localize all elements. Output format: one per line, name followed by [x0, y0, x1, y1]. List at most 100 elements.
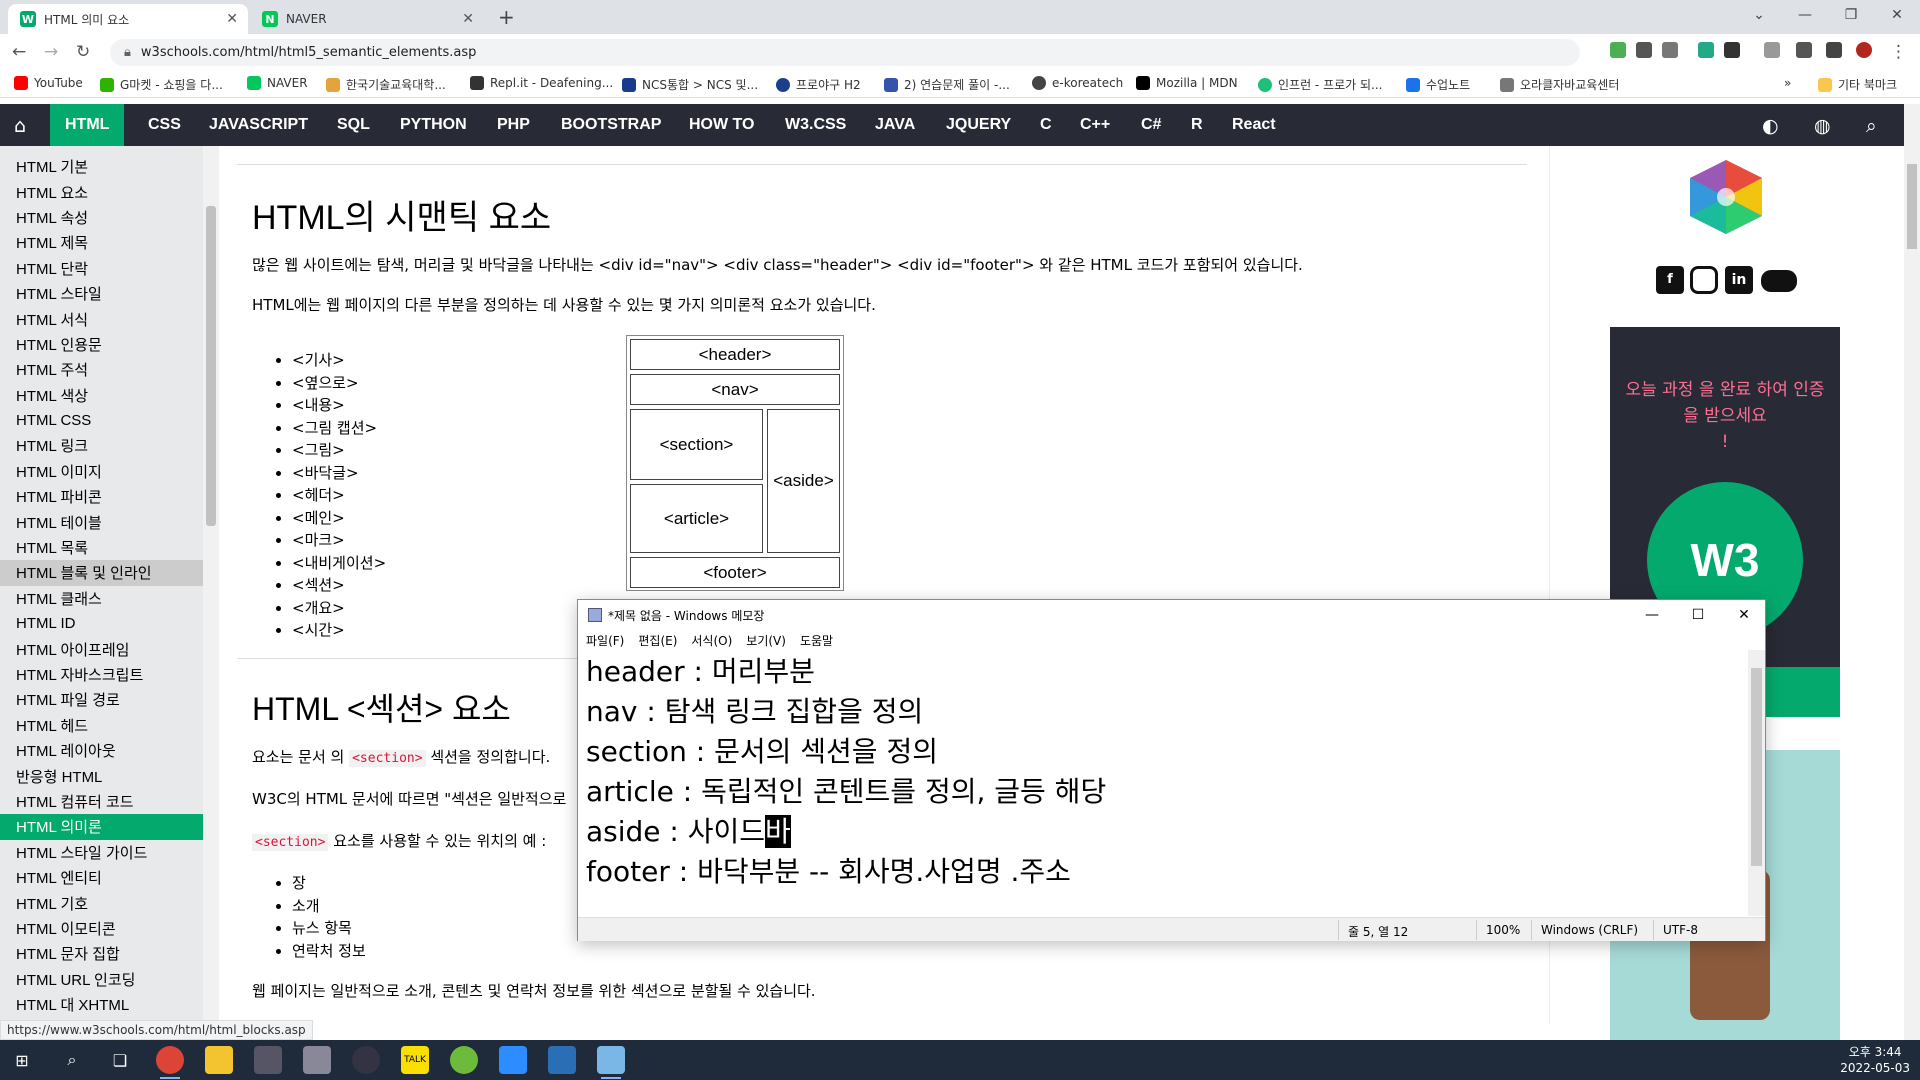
extension-icon[interactable]	[1610, 42, 1626, 58]
bookmark-oracle[interactable]: 오라클자바교육센터	[1500, 76, 1619, 93]
bookmark-koreatech[interactable]: 한국기술교육대학...	[326, 76, 446, 93]
tab-w3schools[interactable]: W HTML 의미 요소 ✕	[8, 4, 248, 34]
app-icon[interactable]	[303, 1046, 331, 1074]
sidebar-item[interactable]: HTML 자바스크립트	[0, 662, 203, 687]
sidebar-item[interactable]: HTML 대 XHTML	[0, 992, 203, 1017]
sidebar-item[interactable]: HTML 인용문	[0, 332, 203, 357]
menu-help[interactable]: 도움말	[800, 632, 833, 649]
bookmark-naver[interactable]: NAVER	[247, 76, 308, 90]
zoom-icon[interactable]	[499, 1046, 527, 1074]
discord-icon[interactable]	[1761, 270, 1797, 292]
sidebar-item[interactable]: HTML 파비콘	[0, 484, 203, 509]
bookmark-mdn[interactable]: Mozilla | MDN	[1136, 76, 1238, 90]
url-field[interactable]: 🔒︎ w3schools.com/html/html5_semantic_ele…	[110, 39, 1580, 66]
sidebar-item[interactable]: HTML 클래스	[0, 586, 203, 611]
new-tab-button[interactable]: +	[498, 5, 515, 29]
topnav-cpp[interactable]: C++	[1080, 104, 1110, 146]
sidebar-item[interactable]: HTML 이미지	[0, 459, 203, 484]
notepad-maximize-button[interactable]: ☐	[1675, 600, 1721, 630]
file-explorer-icon[interactable]	[205, 1046, 233, 1074]
restore-button[interactable]: ❐	[1828, 0, 1874, 30]
home-icon[interactable]: ⌂	[14, 115, 26, 137]
scrollbar-thumb[interactable]	[1751, 668, 1762, 866]
tab-search-icon[interactable]: ⌄	[1736, 0, 1782, 30]
topnav-css[interactable]: CSS	[148, 104, 181, 146]
extension-icon[interactable]	[1662, 42, 1678, 58]
task-view-icon[interactable]: ❏	[106, 1046, 134, 1074]
topnav-csharp[interactable]: C#	[1141, 104, 1161, 146]
chrome-icon[interactable]	[156, 1046, 184, 1079]
puzzle-icon[interactable]	[1796, 42, 1812, 58]
close-tab-icon[interactable]: ✕	[226, 11, 238, 27]
start-icon[interactable]: ⊞	[8, 1046, 36, 1074]
notepad-text-area[interactable]: header : 머리부분 nav : 탐색 링크 집합을 정의 section…	[586, 652, 1736, 912]
sidebar-item[interactable]: HTML 문자 집합	[0, 941, 203, 966]
bookmark-ekoreatech[interactable]: e-koreatech	[1032, 76, 1123, 90]
scrollbar-thumb[interactable]	[206, 206, 216, 526]
topnav-c[interactable]: C	[1040, 104, 1052, 146]
topnav-java[interactable]: JAVA	[875, 104, 915, 146]
close-window-button[interactable]: ✕	[1874, 0, 1920, 30]
linkedin-icon[interactable]: in	[1725, 266, 1753, 294]
sidebar-item[interactable]: HTML 스타일 가이드	[0, 840, 203, 865]
globe-icon[interactable]: ◍	[1814, 115, 1831, 137]
sidebar-item[interactable]: HTML 스타일	[0, 281, 203, 306]
app-icon[interactable]	[254, 1046, 282, 1074]
bookmark-classnote[interactable]: 수업노트	[1406, 76, 1470, 93]
bookmark-exercise[interactable]: 2) 연습문제 풀이 -...	[884, 76, 1010, 93]
page-scrollbar[interactable]	[1904, 104, 1920, 1040]
bookmarks-overflow-icon[interactable]: »	[1784, 76, 1791, 90]
menu-view[interactable]: 보기(V)	[746, 632, 786, 649]
sidebar-item[interactable]: HTML 이모티콘	[0, 916, 203, 941]
app-icon[interactable]	[548, 1046, 576, 1074]
menu-file[interactable]: 파일(F)	[586, 632, 624, 649]
topnav-bootstrap[interactable]: BOOTSTRAP	[561, 104, 661, 146]
topnav-w3css[interactable]: W3.CSS	[785, 104, 846, 146]
topnav-javascript[interactable]: JAVASCRIPT	[209, 104, 308, 146]
sidebar-item[interactable]: HTML 기호	[0, 890, 203, 915]
notepad-taskbar-icon[interactable]	[597, 1046, 625, 1079]
sidebar-item[interactable]: HTML 속성	[0, 205, 203, 230]
topnav-howto[interactable]: HOW TO	[689, 104, 754, 146]
sidebar-item[interactable]: HTML 파일 경로	[0, 687, 203, 712]
bookmark-replit[interactable]: Repl.it - Deafening...	[470, 76, 613, 90]
back-icon[interactable]: ←	[12, 42, 26, 62]
topnav-sql[interactable]: SQL	[337, 104, 370, 146]
minimize-button[interactable]: —	[1782, 0, 1828, 30]
sidebar-item[interactable]: 반응형 HTML	[0, 763, 203, 788]
sidebar-item[interactable]: HTML 기본	[0, 154, 203, 179]
tab-naver[interactable]: N NAVER ✕	[250, 4, 484, 34]
search-icon[interactable]: ⌕	[58, 1046, 86, 1074]
notepad-minimize-button[interactable]: —	[1629, 600, 1675, 630]
menu-format[interactable]: 서식(O)	[691, 632, 732, 649]
other-bookmarks[interactable]: 기타 북마크	[1818, 76, 1897, 93]
extension-icon[interactable]	[1698, 42, 1714, 58]
facebook-icon[interactable]: f	[1656, 266, 1684, 294]
sidebar-item[interactable]: HTML 아이프레임	[0, 636, 203, 661]
extension-icon[interactable]	[1764, 42, 1780, 58]
topnav-html[interactable]: HTML	[50, 104, 125, 146]
sidebar-scrollbar[interactable]	[203, 146, 219, 1024]
sidebar-item-hovered[interactable]: HTML 블록 및 인라인	[0, 560, 203, 586]
topnav-jquery[interactable]: JQUERY	[946, 104, 1011, 146]
app-icon[interactable]	[450, 1046, 478, 1074]
sidebar-item[interactable]: HTML 요소	[0, 179, 203, 204]
profile-avatar[interactable]	[1856, 42, 1872, 58]
close-tab-icon[interactable]: ✕	[462, 11, 474, 27]
sidebar-item[interactable]: HTML 서식	[0, 306, 203, 331]
sidebar-item[interactable]: HTML 엔티티	[0, 865, 203, 890]
app-icon[interactable]	[352, 1046, 380, 1074]
sidebar-item[interactable]: HTML 컴퓨터 코드	[0, 789, 203, 814]
notepad-titlebar[interactable]: *제목 없음 - Windows 메모장	[578, 600, 1765, 630]
bookmark-youtube[interactable]: YouTube	[14, 76, 83, 90]
sidebar-item[interactable]: HTML ID	[0, 611, 203, 636]
notepad-scrollbar[interactable]	[1748, 650, 1765, 916]
system-clock[interactable]: 오후 3:44 2022-05-03	[1840, 1044, 1910, 1076]
sidebar-item[interactable]: HTML 테이블	[0, 509, 203, 534]
sidebar-item[interactable]: HTML 헤드	[0, 713, 203, 738]
sidebar-item-active[interactable]: HTML 의미론	[0, 814, 203, 840]
reload-icon[interactable]: ↻	[76, 42, 90, 62]
bookmark-inflearn[interactable]: 인프런 - 프로가 되...	[1258, 76, 1383, 93]
sidebar-item[interactable]: HTML 링크	[0, 433, 203, 458]
menu-kebab-icon[interactable]: ⋮	[1890, 42, 1907, 62]
